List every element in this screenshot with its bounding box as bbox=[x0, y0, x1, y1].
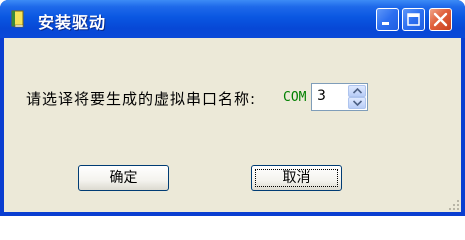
com-prefix-label: COM bbox=[283, 90, 307, 105]
minimize-icon bbox=[382, 22, 389, 25]
spinner-buttons bbox=[348, 85, 366, 109]
spin-down-button[interactable] bbox=[348, 97, 366, 109]
close-icon bbox=[433, 12, 448, 27]
window-title: 安装驱动 bbox=[38, 13, 107, 32]
maximize-button[interactable] bbox=[402, 8, 425, 31]
ok-button[interactable]: 确定 bbox=[78, 165, 169, 191]
port-name-label: 请选译将要生成的虚拟串口名称: bbox=[26, 90, 257, 108]
close-button[interactable] bbox=[429, 8, 452, 31]
maximize-icon bbox=[407, 13, 420, 26]
dialog-window: 安装驱动 请选译将要生成的虚拟串口名称: COM 3 确定 取消 bbox=[0, 0, 465, 216]
resize-grip-icon[interactable] bbox=[448, 199, 460, 211]
dialog-body: 请选译将要生成的虚拟串口名称: COM 3 确定 取消 bbox=[4, 38, 461, 212]
port-number-value[interactable]: 3 bbox=[317, 88, 326, 104]
book-icon bbox=[11, 10, 24, 28]
title-bar[interactable]: 安装驱动 bbox=[0, 0, 465, 38]
spin-up-button[interactable] bbox=[348, 85, 366, 97]
arrow-down-icon bbox=[353, 100, 362, 106]
cancel-button-label: 取消 bbox=[282, 170, 311, 186]
port-number-spinner[interactable]: 3 bbox=[311, 83, 368, 111]
arrow-up-icon bbox=[353, 88, 362, 94]
minimize-button[interactable] bbox=[376, 8, 399, 31]
cancel-button[interactable]: 取消 bbox=[251, 165, 342, 191]
